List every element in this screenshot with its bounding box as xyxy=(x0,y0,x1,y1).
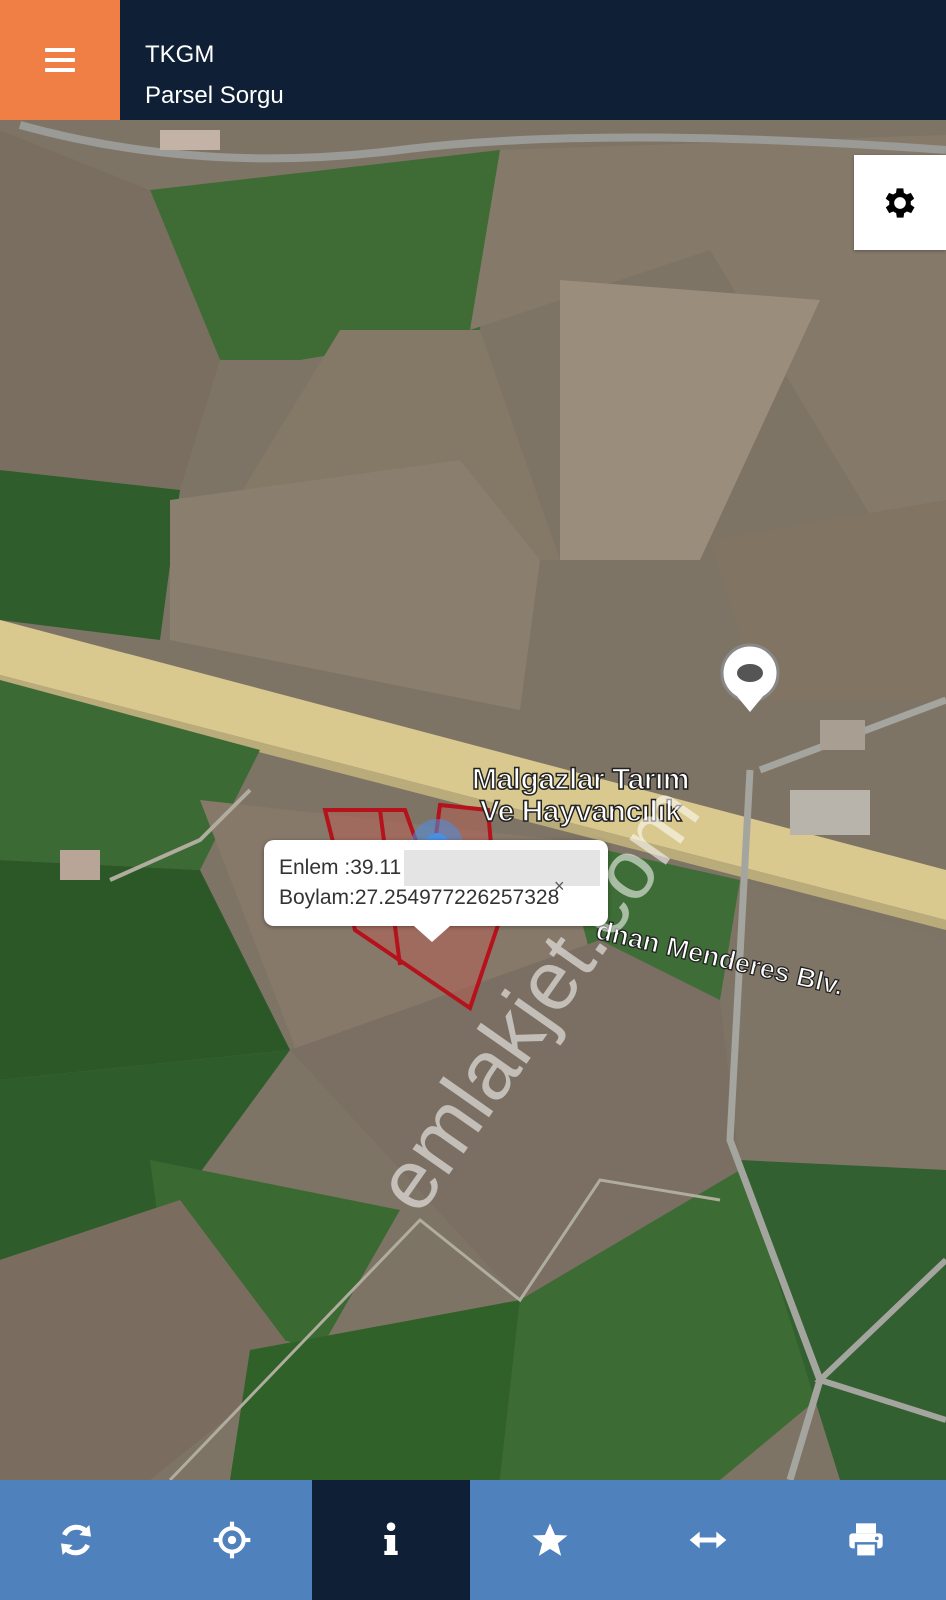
coordinate-popup: Enlem :39.11 Boylam:27.254977226257328 × xyxy=(264,840,608,942)
bottom-toolbar xyxy=(0,1480,946,1600)
locate-button[interactable] xyxy=(152,1480,312,1600)
satellite-map[interactable]: Malgazlar Tarım Ve Hayvancılık dnan Mend… xyxy=(0,120,946,1480)
refresh-button[interactable] xyxy=(0,1480,152,1600)
print-icon xyxy=(848,1523,883,1558)
longitude-value: Boylam:27.25497722625 xyxy=(279,886,513,909)
info-icon xyxy=(384,1522,398,1555)
close-icon[interactable]: × xyxy=(554,876,565,897)
info-button[interactable] xyxy=(312,1480,470,1600)
longitude-tail: 7328 xyxy=(512,886,560,909)
redacted-latitude xyxy=(404,850,600,886)
menu-button[interactable] xyxy=(0,0,120,120)
popup-pointer xyxy=(414,926,450,942)
favorite-button[interactable] xyxy=(470,1480,630,1600)
refresh-icon xyxy=(61,1524,91,1556)
star-icon xyxy=(532,1523,568,1556)
app-subtitle: Parsel Sorgu xyxy=(145,82,284,109)
print-button[interactable] xyxy=(785,1480,946,1600)
app-name: TKGM xyxy=(145,41,215,68)
measure-button[interactable] xyxy=(630,1480,785,1600)
measure-arrows-icon xyxy=(689,1531,726,1549)
gear-icon xyxy=(885,187,915,218)
longitude-text: Boylam:27.254977226257328 xyxy=(279,883,559,913)
hamburger-menu-icon xyxy=(45,42,75,78)
app-header: TKGM Parsel Sorgu xyxy=(0,0,946,120)
crosshair-icon xyxy=(213,1521,251,1559)
latitude-text: Enlem :39.11 xyxy=(279,856,402,879)
header-title: TKGM Parsel Sorgu xyxy=(145,34,284,116)
settings-button[interactable] xyxy=(854,155,946,250)
